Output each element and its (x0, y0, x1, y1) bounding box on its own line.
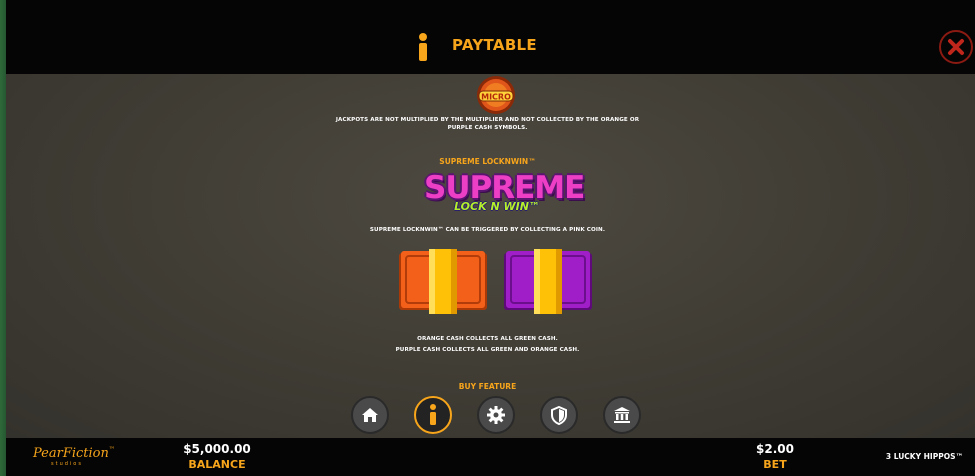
settings-button[interactable] (477, 396, 515, 434)
orange-cash-note: ORANGE CASH COLLECTS ALL GREEN CASH. (417, 336, 558, 342)
shield-icon (551, 405, 567, 425)
logo-line-2: LOCK N WIN™ (454, 200, 540, 213)
game-name: 3 LUCKY HIPPOS™ (885, 452, 963, 461)
next-section-title: BUY FEATURE (458, 382, 517, 390)
info-button[interactable] (414, 396, 452, 434)
purple-cash-symbol (504, 249, 592, 314)
close-button[interactable] (939, 30, 973, 64)
close-icon (948, 39, 964, 55)
bank-button[interactable] (603, 396, 641, 434)
purple-cash-note: PURPLE CASH COLLECTS ALL GREEN AND ORANG… (395, 347, 580, 353)
home-button[interactable] (351, 396, 389, 434)
responsible-gaming-button[interactable] (540, 396, 578, 434)
settings-icon (487, 406, 505, 424)
brand-name: PearFiction (33, 446, 109, 461)
bottom-bar (6, 438, 975, 476)
brand-subtitle: studios (51, 461, 83, 467)
bet-value[interactable]: $2.00 (745, 442, 805, 456)
balance-label: BALANCE (188, 458, 246, 471)
info-icon (419, 33, 427, 61)
page-title: PAYTABLE (452, 36, 537, 54)
micro-jackpot-badge: MICRO (477, 76, 515, 114)
info-icon (430, 404, 436, 425)
section-title: SUPREME LOCKNWIN™ (439, 157, 536, 166)
balance-value: $5,000.00 (183, 442, 251, 456)
supreme-locknwin-logo: SUPREME LOCK N WIN™ (424, 170, 585, 218)
brand-tm: ™ (108, 446, 115, 453)
brand-logo: PearFiction™ (33, 446, 115, 461)
bet-label[interactable]: BET (745, 458, 805, 471)
micro-badge-label: MICRO (481, 93, 511, 102)
home-icon (362, 408, 378, 422)
jackpot-note-2: PURPLE CASH SYMBOLS. (447, 125, 528, 131)
trigger-note: SUPREME LOCKNWIN™ CAN BE TRIGGERED BY CO… (369, 227, 606, 233)
bank-icon (614, 407, 630, 423)
orange-cash-symbol (399, 249, 487, 314)
